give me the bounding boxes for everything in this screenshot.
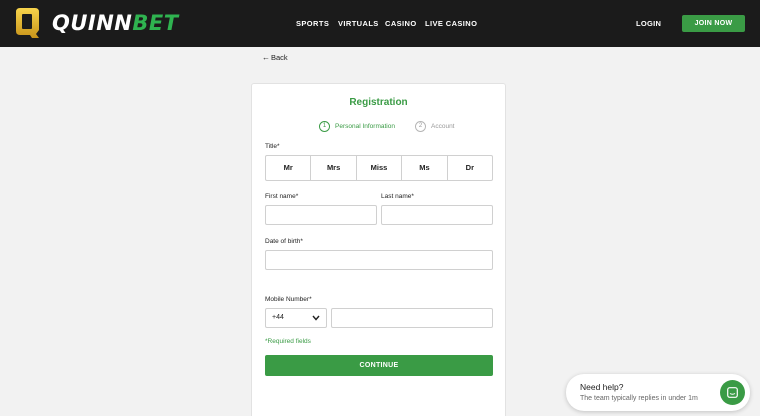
registration-card: Registration 1 Personal Information 2 Ac… xyxy=(251,83,506,416)
title-option-mr[interactable]: Mr xyxy=(266,156,312,180)
last-name-input[interactable] xyxy=(381,205,493,225)
nav-virtuals[interactable]: VIRTUALS xyxy=(338,0,379,47)
step-label: Account xyxy=(431,123,455,130)
step-account: 2 Account xyxy=(415,121,455,132)
first-name-label: First name* xyxy=(265,193,299,200)
help-title: Need help? xyxy=(580,382,624,392)
continue-button[interactable]: CONTINUE xyxy=(265,355,493,376)
title-option-miss[interactable]: Miss xyxy=(357,156,403,180)
step-number: 1 xyxy=(319,121,330,132)
chat-icon xyxy=(727,387,738,398)
first-name-input[interactable] xyxy=(265,205,377,225)
logo-wordmark: QUINNBET xyxy=(52,11,179,35)
registration-title: Registration xyxy=(349,97,408,108)
date-of-birth-input[interactable] xyxy=(265,250,493,270)
back-label: Back xyxy=(271,53,288,62)
top-navigation-bar: QUINNBET SPORTS VIRTUALS CASINO LIVE CAS… xyxy=(0,0,760,47)
logo-q-icon xyxy=(16,8,39,38)
login-link[interactable]: LOGIN xyxy=(636,0,661,47)
title-selector: Mr Mrs Miss Ms Dr xyxy=(265,155,493,181)
title-option-mrs[interactable]: Mrs xyxy=(311,156,357,180)
title-option-dr[interactable]: Dr xyxy=(448,156,492,180)
mobile-number-label: Mobile Number* xyxy=(265,296,312,303)
step-personal-information: 1 Personal Information xyxy=(319,121,395,132)
nav-live-casino[interactable]: LIVE CASINO xyxy=(425,0,477,47)
required-fields-note: *Required fields xyxy=(265,338,311,345)
help-subtitle: The team typically replies in under 1m xyxy=(580,395,698,402)
step-number: 2 xyxy=(415,121,426,132)
back-arrow-icon: ← xyxy=(262,53,270,62)
mobile-number-input[interactable] xyxy=(331,308,493,328)
nav-casino[interactable]: CASINO xyxy=(385,0,417,47)
quinnbet-logo[interactable]: QUINNBET xyxy=(14,7,179,39)
last-name-label: Last name* xyxy=(381,193,414,200)
date-of-birth-label: Date of birth* xyxy=(265,238,303,245)
country-code-select[interactable]: +44 xyxy=(265,308,327,328)
step-label: Personal Information xyxy=(335,123,395,130)
chat-launcher-button[interactable] xyxy=(720,380,745,405)
nav-sports[interactable]: SPORTS xyxy=(296,0,329,47)
title-label: Title* xyxy=(265,143,280,150)
back-link[interactable]: ← Back xyxy=(262,53,288,62)
country-code-value: +44 xyxy=(272,314,284,321)
chevron-down-icon xyxy=(312,315,320,321)
join-now-button[interactable]: JOIN NOW xyxy=(682,15,745,32)
title-option-ms[interactable]: Ms xyxy=(402,156,448,180)
